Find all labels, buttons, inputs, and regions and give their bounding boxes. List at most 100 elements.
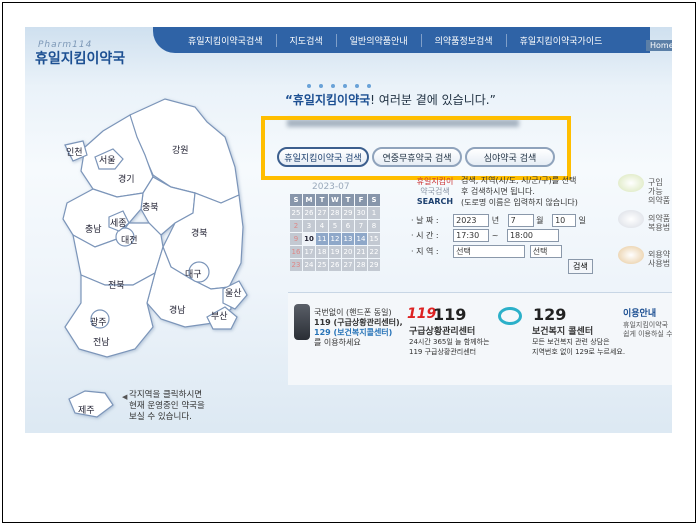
time-to-select[interactable]: 18:00 xyxy=(506,229,559,242)
119-desc: 119 구급상황관리센터 xyxy=(409,348,477,356)
calendar-day[interactable]: 28 xyxy=(355,259,367,271)
calendar-day[interactable]: 1 xyxy=(368,207,380,219)
calendar-day[interactable]: 27 xyxy=(316,207,328,219)
calendar-day[interactable]: 26 xyxy=(329,259,341,271)
phone-line: 119 (구급상황관리센터), xyxy=(314,318,403,327)
region-select-1[interactable]: 선택 xyxy=(453,245,526,258)
calendar-day[interactable]: 6 xyxy=(342,220,354,232)
calendar-day[interactable]: 2 xyxy=(290,220,302,232)
phone-icon xyxy=(294,304,310,340)
month-unit: 월 xyxy=(536,216,544,225)
calendar-day[interactable]: 8 xyxy=(368,220,380,232)
region-label-gyeongnam[interactable]: 경남 xyxy=(169,303,186,316)
side-link-line: 외용약 xyxy=(648,250,671,259)
calendar-day[interactable]: 14 xyxy=(355,233,367,245)
calendar-day[interactable]: 11 xyxy=(316,233,328,245)
nav-otc-guide[interactable]: 일반의약품안내 xyxy=(337,33,422,47)
calendar-day[interactable]: 29 xyxy=(368,259,380,271)
side-link-dosage[interactable]: 의약품 복용법 xyxy=(648,214,670,232)
region-label-jeju[interactable]: 제주 xyxy=(78,403,95,416)
side-link-external[interactable]: 외용약 사용법 xyxy=(648,250,670,268)
calendar-day[interactable]: 4 xyxy=(316,220,328,232)
speaker-icon: ◀ xyxy=(122,393,128,401)
nav-holiday-search[interactable]: 휴일지킴이약국검색 xyxy=(175,33,277,47)
side-link-line: 사용법 xyxy=(648,259,671,268)
calendar-day[interactable]: 26 xyxy=(303,207,315,219)
month-select[interactable]: 7 xyxy=(507,214,534,227)
119-desc: 24시간 365일 늘 함께하는 xyxy=(409,338,490,346)
time-label: · 시 간 : xyxy=(411,231,439,240)
usage-guide-text: 휴일지킴이약국 쉽게 이용하실 수 xyxy=(623,321,672,339)
year-unit: 년 xyxy=(491,216,500,225)
nav-drug-info[interactable]: 의약품정보검색 xyxy=(422,33,507,47)
region-label-sejong[interactable]: 세종 xyxy=(110,216,127,229)
search-description: 검색, 지역(시/도, 시/군/구)를 선택 후 검색하시면 됩니다. (도로명… xyxy=(461,175,593,208)
calendar-day[interactable]: 20 xyxy=(342,246,354,258)
calendar-weekday: T xyxy=(316,194,328,206)
medicine-icon xyxy=(618,210,644,228)
region-label-seoul[interactable]: 서울 xyxy=(99,153,116,166)
ointment-icon xyxy=(618,246,644,264)
phone-line: 를 이용하세요 xyxy=(314,338,361,347)
home-link[interactable]: Home | L xyxy=(646,40,672,51)
calendar-day[interactable]: 10 xyxy=(303,233,315,245)
site-logo[interactable]: 휴일지킴이약국 xyxy=(35,48,125,68)
region-label-jeonnam[interactable]: 전남 xyxy=(93,335,110,348)
calendar-day[interactable]: 15 xyxy=(368,233,380,245)
119-number: 119 xyxy=(433,305,467,324)
calendar-day[interactable]: 16 xyxy=(290,246,302,258)
year-select[interactable]: 2023 xyxy=(453,214,490,227)
calendar-day[interactable]: 3 xyxy=(303,220,315,232)
calendar-day[interactable]: 28 xyxy=(329,207,341,219)
calendar-day[interactable]: 7 xyxy=(355,220,367,232)
side-link-line: 복용법 xyxy=(648,223,671,232)
region-label-chungnam[interactable]: 충남 xyxy=(85,222,102,235)
search-desc-line: 검색, 지역(시/도, 시/군/구)를 선택 xyxy=(461,176,577,185)
calendar-day[interactable]: 21 xyxy=(355,246,367,258)
calendar-day[interactable]: 29 xyxy=(342,207,354,219)
region-label-gyeongbuk[interactable]: 경북 xyxy=(191,226,208,239)
calendar-weekday: S xyxy=(290,194,302,206)
calendar-day[interactable]: 27 xyxy=(342,259,354,271)
region-label-ulsan[interactable]: 울산 xyxy=(225,286,242,299)
calendar-title: 2023-07 xyxy=(312,182,350,192)
region-label-incheon[interactable]: 인천 xyxy=(66,145,83,158)
129-number: 129 xyxy=(533,305,567,324)
129-desc: 지역번호 없이 129로 누르세요. xyxy=(532,348,626,356)
calendar-day[interactable]: 9 xyxy=(290,233,302,245)
region-label-daegu[interactable]: 대구 xyxy=(185,267,202,280)
nav-map-search[interactable]: 지도검색 xyxy=(277,33,337,47)
calendar-day[interactable]: 30 xyxy=(355,207,367,219)
region-select-2[interactable]: 선택 xyxy=(529,245,562,258)
decor-dot xyxy=(343,84,347,88)
time-from-select[interactable]: 17:30 xyxy=(453,229,490,242)
day-unit: 일 xyxy=(578,216,586,225)
calendar-day[interactable]: 24 xyxy=(303,259,315,271)
region-label-gwangju[interactable]: 광주 xyxy=(90,315,107,328)
nav-guide[interactable]: 휴일지킴이약국가이드 xyxy=(507,34,616,47)
calendar-day[interactable]: 17 xyxy=(303,246,315,258)
calendar-day[interactable]: 25 xyxy=(316,259,328,271)
calendar-day[interactable]: 13 xyxy=(342,233,354,245)
region-label-jeonbuk[interactable]: 전북 xyxy=(108,278,125,291)
119-logo: 119 xyxy=(407,306,437,322)
search-button[interactable]: 검색 xyxy=(568,259,593,274)
calendar-day[interactable]: 23 xyxy=(290,259,302,271)
calendar-day[interactable]: 22 xyxy=(368,246,380,258)
calendar-day[interactable]: 18 xyxy=(316,246,328,258)
map-hint-line: 각지역을 클릭하시면 xyxy=(129,390,203,400)
region-label-gangwon[interactable]: 강원 xyxy=(172,143,189,156)
region-label-busan[interactable]: 부산 xyxy=(211,309,228,322)
usage-guide-title[interactable]: 이용안내 xyxy=(623,306,656,319)
side-link-purchasable[interactable]: 구입 가능 의약품 xyxy=(648,178,672,205)
calendar-day[interactable]: 12 xyxy=(329,233,341,245)
calendar-weekday: S xyxy=(368,194,380,206)
region-label-daejeon[interactable]: 대전 xyxy=(121,233,138,246)
day-select[interactable]: 10 xyxy=(552,214,577,227)
region-label-gyeonggi[interactable]: 경기 xyxy=(118,172,135,185)
calendar-day[interactable]: 25 xyxy=(290,207,302,219)
region-label-chungbuk[interactable]: 충북 xyxy=(142,200,159,213)
calendar-day[interactable]: 19 xyxy=(329,246,341,258)
slogan: “휴일지킴이약국! 여러분 곁에 있습니다.” xyxy=(285,91,496,108)
calendar-day[interactable]: 5 xyxy=(329,220,341,232)
